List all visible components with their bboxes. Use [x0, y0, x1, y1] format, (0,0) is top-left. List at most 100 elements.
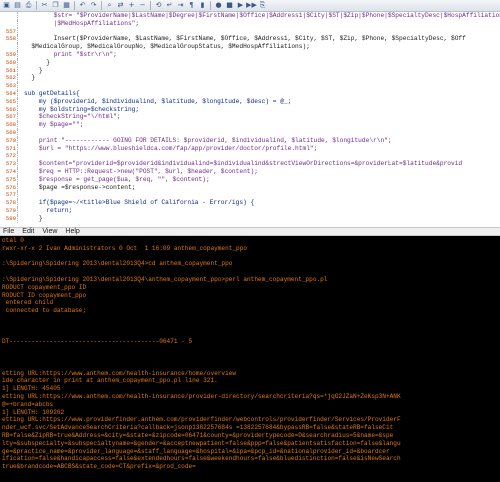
menu-item-file[interactable]: File — [3, 228, 14, 235]
code-line: 574 $req = HTTP::Request->new("POST", $u… — [0, 167, 500, 176]
code-line: 573 $content="providerid=$providerid&ind… — [0, 160, 500, 168]
code-line: 572 — [0, 152, 500, 161]
toolbar-separator — [36, 1, 37, 10]
console-line: ide character in print at anthem_copayme… — [2, 377, 218, 385]
record-macro-icon[interactable]: ● — [214, 1, 223, 10]
code-line: |$MedHospAffiliations"; — [0, 19, 500, 28]
code-text: } — [24, 58, 50, 66]
editor-toolbar: ▣ ▤ ⎙ ✂ ❐ ▦ ↶ ↷ ⌕ ⇄ + − ⟲ ↵ ⇥ ¶ ▮ ● ■ ▶ ▶▶ ⎘ — [0, 0, 500, 12]
find-icon[interactable]: ⌕ — [105, 1, 114, 10]
console-line: ification=false&handicapaccess=false&ext… — [2, 455, 401, 463]
copy-icon[interactable]: ❐ — [51, 1, 60, 10]
replace-icon[interactable]: ⇄ — [116, 1, 125, 10]
menu-item-view[interactable]: View — [42, 228, 57, 235]
code-line: 578 if($page=~/<title>Blue Shield of Cal… — [0, 199, 500, 207]
line-number: 578 — [5, 199, 16, 207]
code-text: if($page=~/<title>Blue Shield of Califor… — [24, 199, 255, 207]
console-line: @=+brand=abcbs — [2, 400, 54, 408]
fold-guide — [17, 27, 22, 36]
line-number: 559 — [5, 50, 16, 58]
play-macro-icon[interactable]: ▶ — [236, 1, 245, 10]
save-all-icon[interactable]: ▤ — [13, 1, 22, 10]
paste-icon[interactable]: ▦ — [62, 1, 71, 10]
code-text: $response = get_page($ua, $req, "", $con… — [24, 175, 210, 183]
console-line: lty=&subspecialty=&subspecialtyname=&gen… — [2, 439, 401, 447]
code-text: $url = "https://www.blueshieldca.com/fap… — [24, 144, 318, 152]
code-text: return; — [24, 206, 73, 214]
console-line: nder_wcf.svc/SetAdvanceSearchCriteria?ca… — [2, 424, 394, 432]
menu-item-help[interactable]: Help — [65, 228, 79, 235]
undo-icon[interactable]: ↶ — [78, 1, 87, 10]
fold-guide — [17, 89, 22, 98]
code-text: print "$str\r\n"; — [24, 50, 117, 58]
save-macro-icon[interactable]: ⎘ — [258, 1, 267, 10]
fold-guide — [17, 199, 22, 207]
stop-macro-icon[interactable]: ■ — [225, 1, 234, 10]
fold-guide — [17, 160, 22, 168]
bookmark-icon[interactable]: ▮ — [198, 1, 207, 10]
fold-guide — [17, 35, 22, 44]
line-number: 564 — [5, 89, 16, 97]
zoom-in-icon[interactable]: + — [127, 1, 136, 10]
code-text: print "------------ GOING FOR DETAILS: $… — [24, 136, 392, 144]
fold-guide — [17, 113, 22, 122]
console-line: rwxr-xr-x 2 Ivan Administrators 0 Oct 1 … — [2, 244, 248, 252]
fold-guide — [17, 183, 22, 192]
console-line: etting URL:https://www.anthem.com/health… — [2, 369, 237, 377]
wrap-icon[interactable]: ↵ — [165, 1, 174, 10]
code-line: 580 } — [0, 214, 500, 223]
line-number: 562 — [5, 74, 16, 82]
console-line: 1] LENGTH: 45405 — [2, 385, 61, 393]
fold-guide — [17, 191, 22, 200]
fold-guide — [17, 175, 22, 184]
code-text: } — [24, 214, 43, 222]
fold-guide — [17, 167, 22, 176]
print-icon[interactable]: ⎙ — [24, 1, 33, 10]
run-macro-icon[interactable]: ▶▶ — [246, 1, 257, 10]
code-line: 559 print "$str\r\n"; — [0, 50, 500, 59]
code-text: sub getDetails{ — [24, 89, 80, 97]
console-line: RODUCT copayment_ppo ID — [2, 283, 87, 291]
code-line: 569 — [0, 128, 500, 137]
fold-guide — [17, 121, 22, 129]
code-line: 560 } — [0, 58, 500, 67]
code-text: my ($providerid, $individualind, $latitu… — [24, 97, 292, 105]
line-number: 572 — [5, 152, 16, 160]
code-text: my $oldstring=$checkstring; — [24, 105, 140, 113]
code-line: 566 my $oldstring=$checkstring; — [0, 105, 500, 114]
menu-item-edit[interactable]: Edit — [22, 228, 34, 235]
line-number: 567 — [5, 113, 16, 121]
save-icon[interactable]: ▣ — [2, 1, 11, 10]
code-line: 571 $url = "https://www.blueshieldca.com… — [0, 144, 500, 153]
whitespace-icon[interactable]: ¶ — [187, 1, 196, 10]
fold-guide — [17, 105, 22, 114]
sync-icon[interactable]: ⟲ — [154, 1, 163, 10]
console-line: :\Spidering\Spidering 2013\dental2013Q4>… — [2, 260, 233, 268]
code-line: 557 — [0, 27, 500, 36]
command-prompt-console[interactable]: otal 0 rwxr-xr-x 2 Ivan Administrators 0 … — [0, 236, 500, 482]
cut-icon[interactable]: ✂ — [40, 1, 49, 10]
line-number: 579 — [5, 206, 16, 214]
code-text: $str= "$ProviderName|$LastName|$Degree|$… — [53, 12, 500, 19]
console-line: etting URL:https://www.anthem.com/health… — [2, 392, 401, 400]
code-line: 577 — [0, 191, 500, 200]
line-number: 570 — [5, 136, 16, 144]
code-editor[interactable]: $str= "$ProviderName|$LastName|$Degree|$… — [0, 12, 500, 227]
fold-guide — [17, 136, 22, 145]
fold-guide — [17, 12, 22, 20]
code-line: $str= "$ProviderName|$LastName|$Degree|$… — [0, 12, 500, 20]
fold-guide — [17, 19, 22, 28]
fold-guide — [17, 58, 22, 67]
fold-guide — [17, 144, 22, 153]
indent-icon[interactable]: ⇥ — [176, 1, 185, 10]
redo-icon[interactable]: ↷ — [89, 1, 98, 10]
code-text: Insert($ProviderName, $LastName, $FirstN… — [24, 35, 466, 43]
toolbar-separator — [101, 1, 102, 10]
zoom-out-icon[interactable]: − — [138, 1, 147, 10]
console-menubar: File Edit View Help — [0, 227, 500, 236]
code-text: $page =$response->content; — [24, 183, 136, 191]
